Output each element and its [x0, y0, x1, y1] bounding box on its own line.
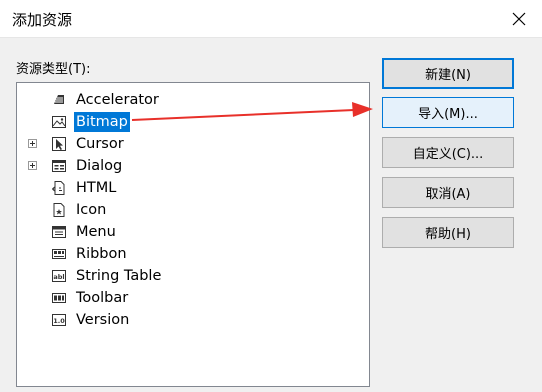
- tree-item-label: Accelerator: [76, 92, 159, 108]
- icon-resource-icon: [53, 203, 65, 217]
- html-icon: [52, 181, 65, 195]
- dialog-icon: [52, 160, 66, 172]
- tree-item-html[interactable]: HTML: [17, 177, 369, 199]
- cancel-button[interactable]: 取消(A): [382, 177, 514, 208]
- tree-item-label: Toolbar: [76, 290, 129, 306]
- tree-item-label: HTML: [76, 180, 117, 196]
- import-button[interactable]: 导入(M)...: [382, 97, 514, 128]
- resource-type-label: 资源类型(T):: [16, 62, 91, 77]
- ribbon-icon: [52, 249, 66, 259]
- version-icon: 1.0: [52, 314, 66, 326]
- window-title: 添加资源: [12, 11, 73, 29]
- tree-item-version[interactable]: 1.0 Version: [17, 309, 369, 331]
- tree-item-bitmap[interactable]: Bitmap: [17, 111, 369, 133]
- menu-icon: [52, 226, 66, 238]
- cursor-icon: [52, 137, 66, 151]
- toolbar-icon: [52, 293, 66, 303]
- tree-item-ribbon[interactable]: Ribbon: [17, 243, 369, 265]
- tree-item-dialog[interactable]: Dialog: [17, 155, 369, 177]
- tree-item-icon[interactable]: Icon: [17, 199, 369, 221]
- help-button[interactable]: 帮助(H): [382, 217, 514, 248]
- accelerator-icon: [54, 95, 64, 104]
- dialog-body: 资源类型(T): Accelerator Bitmap Cursor Dialo…: [0, 38, 542, 392]
- tree-item-menu[interactable]: Menu: [17, 221, 369, 243]
- custom-button[interactable]: 自定义(C)...: [382, 137, 514, 168]
- tree-item-label: Dialog: [76, 158, 123, 174]
- svg-text:1.0: 1.0: [53, 317, 65, 325]
- tree-item-label: Icon: [76, 202, 107, 218]
- tree-item-accelerator[interactable]: Accelerator: [17, 89, 369, 111]
- tree-item-label: Ribbon: [76, 246, 127, 262]
- close-icon: [512, 12, 526, 25]
- tree-item-label: Menu: [76, 224, 116, 240]
- close-button[interactable]: [496, 0, 542, 37]
- bitmap-icon: [52, 116, 66, 128]
- tree-item-label: String Table: [76, 268, 162, 284]
- title-bar: 添加资源: [0, 0, 542, 38]
- tree-item-label: Cursor: [76, 136, 124, 152]
- expand-icon[interactable]: [28, 139, 37, 148]
- expand-icon[interactable]: [28, 161, 37, 170]
- tree-item-toolbar[interactable]: Toolbar: [17, 287, 369, 309]
- new-button[interactable]: 新建(N): [382, 58, 514, 89]
- svg-text:abl: abl: [53, 273, 64, 281]
- string-table-icon: abl: [52, 270, 66, 282]
- tree-item-label: Bitmap: [74, 112, 130, 132]
- tree-item-string-table[interactable]: abl String Table: [17, 265, 369, 287]
- tree-item-label: Version: [76, 312, 130, 328]
- resource-type-tree[interactable]: Accelerator Bitmap Cursor Dialog HTML Ic…: [16, 82, 370, 387]
- tree-item-cursor[interactable]: Cursor: [17, 133, 369, 155]
